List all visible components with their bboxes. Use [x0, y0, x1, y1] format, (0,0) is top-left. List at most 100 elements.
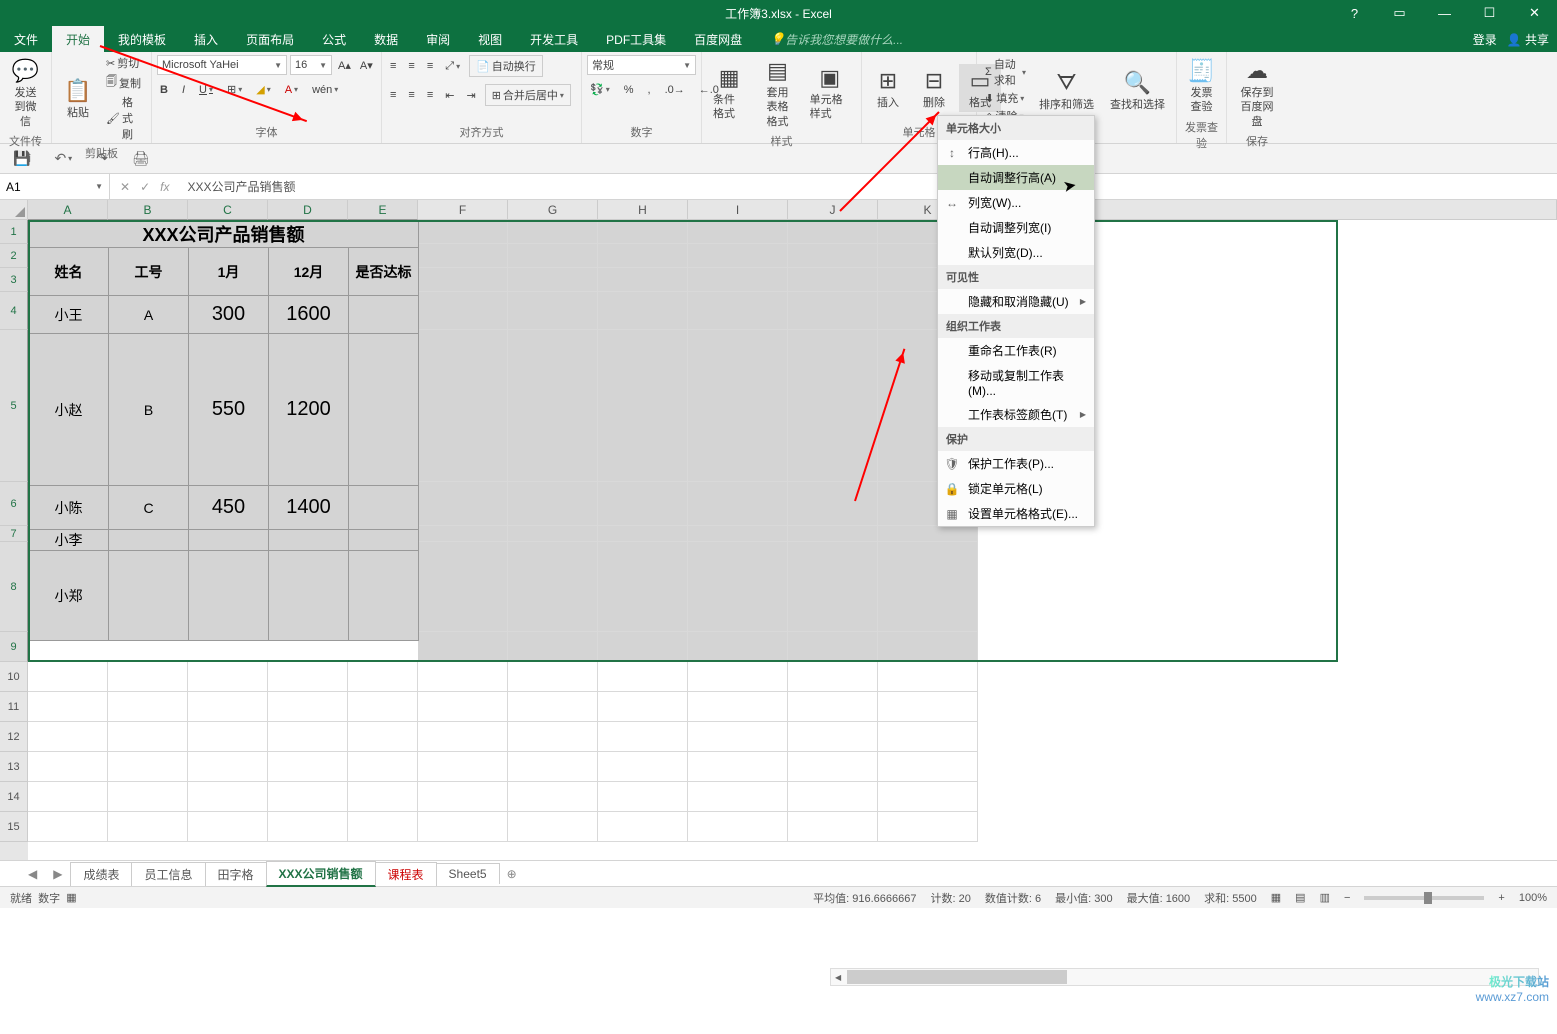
menu-autofit-col[interactable]: 自动调整列宽(I)	[938, 215, 1094, 240]
table-cell[interactable]: 450	[189, 486, 269, 530]
find-select-button[interactable]: 🔍查找和选择	[1104, 66, 1171, 114]
sheet-nav-next[interactable]: ▶	[45, 867, 70, 881]
col-header[interactable]: F	[418, 200, 508, 220]
sheet-tab-active[interactable]: XXX公司销售额	[266, 861, 376, 887]
zoom-slider[interactable]	[1364, 896, 1484, 900]
tab-baidu[interactable]: 百度网盘	[680, 26, 756, 52]
table-header[interactable]: 工号	[109, 248, 189, 296]
table-format-button[interactable]: ▤套用 表格格式	[755, 54, 799, 131]
bold-button[interactable]: B	[157, 83, 171, 97]
table-cell[interactable]: 小陈	[29, 486, 109, 530]
align-center-button[interactable]: ≡	[405, 88, 417, 102]
merge-button[interactable]: ⊞ 合并后居中 ▾	[485, 84, 571, 106]
sheet-tab[interactable]: 田字格	[205, 862, 267, 886]
table-header[interactable]: 是否达标	[349, 248, 419, 296]
table-cell[interactable]	[109, 530, 189, 551]
row-header[interactable]: 14	[0, 782, 28, 812]
login-button[interactable]: 登录	[1473, 31, 1497, 48]
save-baidu-button[interactable]: ☁保存到 百度网盘	[1232, 54, 1282, 131]
table-cell[interactable]: 小郑	[29, 551, 109, 641]
view-normal-button[interactable]: ▦	[1271, 891, 1281, 904]
undo-button[interactable]: ↶ ▾	[51, 149, 75, 168]
orientation-button[interactable]: ⤢▾	[442, 59, 463, 74]
number-format-select[interactable]: 常规▼	[587, 55, 696, 75]
cell-style-button[interactable]: ▣单元格样式	[804, 61, 856, 124]
save-button[interactable]: 💾	[10, 149, 33, 168]
painter-button[interactable]: 🖌格式刷	[103, 93, 146, 143]
row-header[interactable]: 7	[0, 526, 28, 542]
currency-button[interactable]: 💱▾	[587, 82, 613, 97]
table-cell[interactable]: A	[109, 296, 189, 334]
sort-filter-button[interactable]: ᗊ排序和筛选	[1033, 66, 1100, 114]
cut-button[interactable]: ✂剪切	[103, 54, 146, 72]
col-header[interactable]: B	[108, 200, 188, 220]
font-color-button[interactable]: A▾	[282, 83, 301, 97]
align-left-button[interactable]: ≡	[387, 88, 399, 102]
table-cell[interactable]	[349, 530, 419, 551]
col-header[interactable]: G	[508, 200, 598, 220]
menu-hide[interactable]: 隐藏和取消隐藏(U)▶	[938, 289, 1094, 314]
tab-insert[interactable]: 插入	[180, 26, 232, 52]
sheet-tab[interactable]: Sheet5	[436, 863, 500, 884]
close-button[interactable]: ✕	[1512, 0, 1557, 26]
tab-dev[interactable]: 开发工具	[516, 26, 592, 52]
menu-protect[interactable]: 🛡保护工作表(P)...	[938, 451, 1094, 476]
row-header[interactable]: 1	[0, 220, 28, 244]
fill-button[interactable]: ⬇填充▾	[982, 89, 1029, 107]
sheet-tab[interactable]: 员工信息	[131, 862, 205, 886]
fill-color-button[interactable]: ◢▾	[253, 82, 273, 97]
zoom-in-button[interactable]: +	[1498, 892, 1504, 904]
col-header[interactable]: I	[688, 200, 788, 220]
accept-formula-button[interactable]: ✓	[140, 180, 150, 194]
row-header[interactable]: 5	[0, 330, 28, 482]
minimize-button[interactable]: —	[1422, 0, 1467, 26]
col-header[interactable]: A	[28, 200, 108, 220]
table-cell[interactable]: 小赵	[29, 334, 109, 486]
indent-inc-button[interactable]: ⇥	[463, 88, 478, 103]
delete-cells-button[interactable]: ⊟删除	[913, 64, 955, 112]
sheet-tab[interactable]: 课程表	[375, 862, 437, 886]
table-cell[interactable]	[349, 551, 419, 641]
autosum-button[interactable]: Σ自动求和▾	[982, 55, 1029, 89]
percent-button[interactable]: %	[621, 83, 637, 97]
horizontal-scrollbar[interactable]: ◀	[830, 968, 1539, 986]
align-top-button[interactable]: ≡	[387, 59, 399, 73]
tab-view[interactable]: 视图	[464, 26, 516, 52]
sheet-nav-prev[interactable]: ◀	[20, 867, 45, 881]
row-header[interactable]: 4	[0, 292, 28, 330]
paste-button[interactable]: 📋 粘贴	[57, 74, 99, 122]
table-header[interactable]: 1月	[189, 248, 269, 296]
print-button[interactable]: 🖨	[129, 149, 153, 168]
zoom-out-button[interactable]: −	[1344, 892, 1350, 904]
table-cell[interactable]: 300	[189, 296, 269, 334]
indent-dec-button[interactable]: ⇤	[442, 88, 457, 103]
tab-data[interactable]: 数据	[360, 26, 412, 52]
table-cell[interactable]: 550	[189, 334, 269, 486]
table-cell[interactable]: 小王	[29, 296, 109, 334]
comma-button[interactable]: ,	[645, 83, 654, 97]
table-cell[interactable]	[189, 530, 269, 551]
tab-review[interactable]: 审阅	[412, 26, 464, 52]
col-header[interactable]: E	[348, 200, 418, 220]
col-header[interactable]: C	[188, 200, 268, 220]
view-layout-button[interactable]: ▤	[1295, 891, 1305, 904]
phonetic-button[interactable]: wén ▾	[309, 83, 341, 97]
menu-default-width[interactable]: 默认列宽(D)...	[938, 240, 1094, 265]
help-button[interactable]: ?	[1332, 0, 1377, 26]
align-mid-button[interactable]: ≡	[405, 59, 417, 73]
table-cell[interactable]: 1400	[269, 486, 349, 530]
send-wechat-button[interactable]: 💬 发送 到微信	[5, 54, 46, 131]
row-header[interactable]: 2	[0, 244, 28, 268]
row-header[interactable]: 6	[0, 482, 28, 526]
col-header[interactable]: J	[788, 200, 878, 220]
row-header[interactable]: 10	[0, 662, 28, 692]
add-sheet-button[interactable]: ⊕	[499, 867, 525, 881]
col-header[interactable]: H	[598, 200, 688, 220]
tab-file[interactable]: 文件	[0, 26, 52, 52]
table-cell[interactable]	[269, 530, 349, 551]
zoom-value[interactable]: 100%	[1519, 892, 1547, 904]
tab-layout[interactable]: 页面布局	[232, 26, 308, 52]
tab-pdf[interactable]: PDF工具集	[592, 26, 680, 52]
table-cell[interactable]	[269, 551, 349, 641]
table-cell[interactable]: 1600	[269, 296, 349, 334]
